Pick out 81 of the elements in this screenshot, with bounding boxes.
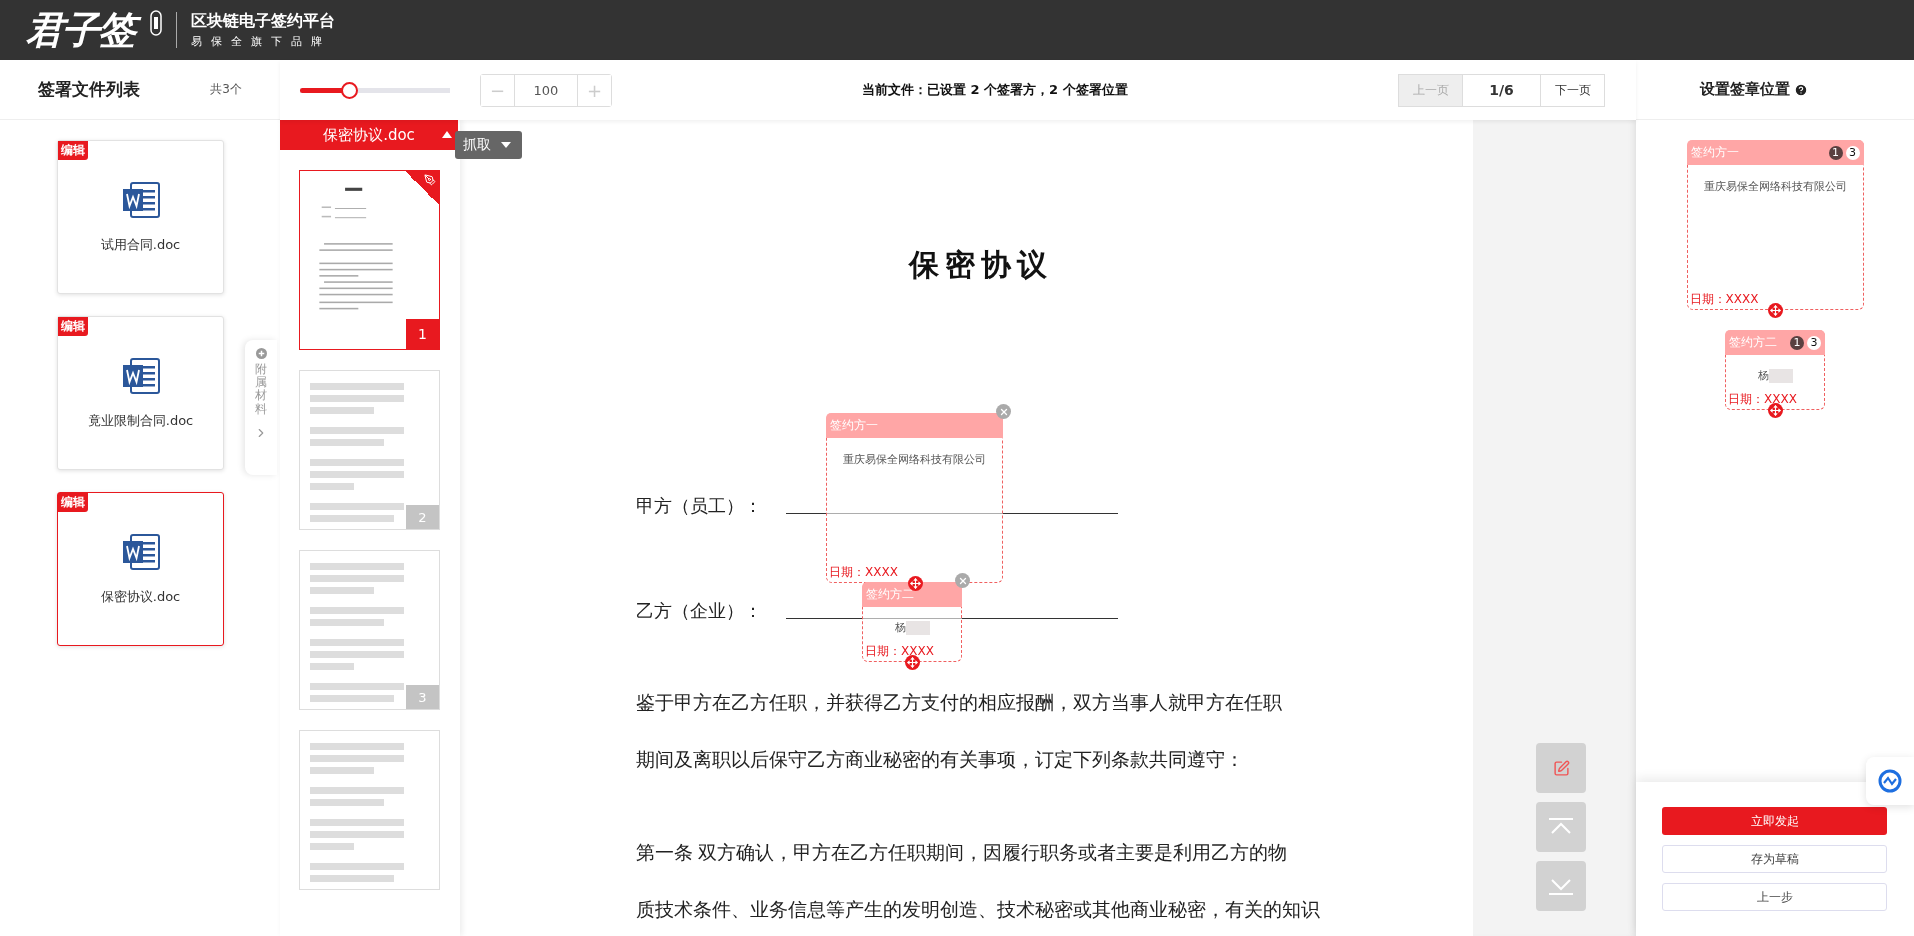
move-icon (1770, 305, 1781, 316)
file-name: 试用合同.doc (100, 236, 181, 254)
assistant-button[interactable] (1866, 757, 1914, 805)
action-button[interactable]: 上一步 (1662, 883, 1887, 911)
signer-name: 签约方一 (1690, 144, 1739, 161)
page-thumbnail[interactable] (299, 730, 440, 890)
file-name: 保密协议.doc (100, 588, 181, 606)
signature-box[interactable]: 签约方二 1 3 杨 日期：XXXX (1725, 330, 1825, 410)
file-list-title: 签署文件列表 (38, 78, 140, 101)
help-icon[interactable] (1794, 82, 1808, 97)
close-icon (998, 406, 1009, 417)
file-card[interactable]: 编辑 竟业限制合同.doc (57, 316, 224, 470)
slider-thumb[interactable] (340, 81, 358, 99)
signer-content: 重庆易保全网络科技有限公司 (1703, 179, 1847, 194)
assistant-icon (1878, 769, 1902, 793)
edit-badge[interactable]: 编辑 (58, 493, 88, 512)
move-handle[interactable] (1768, 403, 1783, 418)
edit-badge[interactable]: 编辑 (58, 317, 88, 336)
caret-down-icon (501, 142, 511, 148)
document-icon (120, 180, 161, 220)
party-label: 甲方（员工）： (636, 495, 763, 518)
document-icon (120, 356, 161, 396)
seal-icon (150, 10, 162, 36)
page-number: 1 (406, 319, 439, 349)
scroll-bottom-icon (1548, 876, 1574, 896)
file-card[interactable]: 编辑 试用合同.doc (57, 140, 224, 294)
action-button[interactable]: 存为草稿 (1662, 845, 1887, 873)
file-card[interactable]: 编辑 保密协议.doc (57, 492, 224, 646)
move-handle[interactable] (905, 655, 920, 670)
caret-up-icon (442, 131, 452, 138)
signer-name: 签约方二 (866, 586, 914, 603)
logo: 君子签 (26, 7, 142, 53)
party-label: 乙方（企业）： (636, 600, 763, 623)
paragraph-line: 期间及离职以后保守乙方商业秘密的有关事项，订定下列条款共同遵守： (636, 748, 1244, 772)
move-handle[interactable] (1768, 303, 1783, 318)
plus-icon (255, 348, 267, 359)
page-number: 3 (406, 685, 439, 709)
signature-box[interactable]: 签约方一 1 3 重庆易保全网络科技有限公司 日期：XXXX (1686, 140, 1864, 310)
document-icon (120, 532, 161, 572)
attachment-label: 附属材料 (255, 363, 267, 416)
date-label: 日期：XXXX (865, 643, 934, 660)
current-file-name: 保密协议.doc (323, 125, 415, 145)
count-badge: 3 (1845, 145, 1860, 160)
brand-tagline: 易保全旗下品牌 (191, 34, 332, 49)
date-label: 日期：XXXX (1728, 391, 1797, 408)
signer-content: 杨 (1757, 368, 1769, 383)
count-badge: 1 (1790, 335, 1804, 350)
current-file-header[interactable]: 保密协议.doc (280, 120, 458, 150)
action-button[interactable]: 立即发起 (1662, 807, 1887, 835)
zoom-input[interactable]: 100 (514, 74, 578, 106)
move-icon (909, 578, 921, 589)
move-icon (1770, 405, 1781, 416)
date-label: 日期：XXXX (1689, 291, 1759, 308)
page-thumbnail[interactable]: 1 (299, 170, 440, 350)
signer-name: 签约方一 (830, 417, 878, 434)
move-icon (907, 657, 918, 668)
grab-dropdown[interactable]: 抓取 (455, 131, 522, 159)
date-label: 日期：XXXX (829, 564, 898, 581)
paragraph-line: 第一条 双方确认，甲方在乙方任职期间，因履行职务或者主要是利用乙方的物 (636, 841, 1287, 865)
signature-box[interactable]: 签约方二 杨 日期：XXXX (862, 582, 962, 662)
zoom-stepper[interactable]: − 100 + (480, 73, 612, 107)
signer-content: 杨 (894, 620, 906, 635)
signer-content: 重庆易保全网络科技有限公司 (843, 452, 986, 467)
paragraph-line: 鉴于甲方在乙方任职，并获得乙方支付的相应报酬，双方当事人就甲方在任职 (636, 691, 1282, 715)
pen-icon (424, 174, 436, 186)
edit-icon (1552, 759, 1570, 777)
count-badge: 3 (1807, 335, 1821, 350)
close-icon (957, 575, 968, 586)
attachment-tab[interactable]: 附属材料 (245, 340, 277, 475)
document-status: 当前文件：已设置 2 个签署方，2 个签署位置 (862, 81, 1128, 99)
file-count: 共3个 (210, 81, 242, 98)
count-badge: 1 (1828, 145, 1843, 160)
signature-box[interactable]: 签约方一 重庆易保全网络科技有限公司 日期：XXXX (826, 413, 1003, 583)
document-title: 保密协议 (907, 247, 1054, 283)
paragraph-line: 质技术条件、业务信息等产生的发明创造、技术秘密或其他商业秘密，有关的知识 (636, 898, 1320, 922)
file-name: 竟业限制合同.doc (87, 412, 194, 430)
edit-badge[interactable]: 编辑 (58, 141, 88, 160)
page-number: 2 (406, 505, 439, 529)
panel-title: 设置签章位置 (1700, 80, 1790, 99)
platform-name: 区块链电子签约平台 (191, 11, 335, 32)
signer-name: 签约方二 (1729, 334, 1777, 351)
